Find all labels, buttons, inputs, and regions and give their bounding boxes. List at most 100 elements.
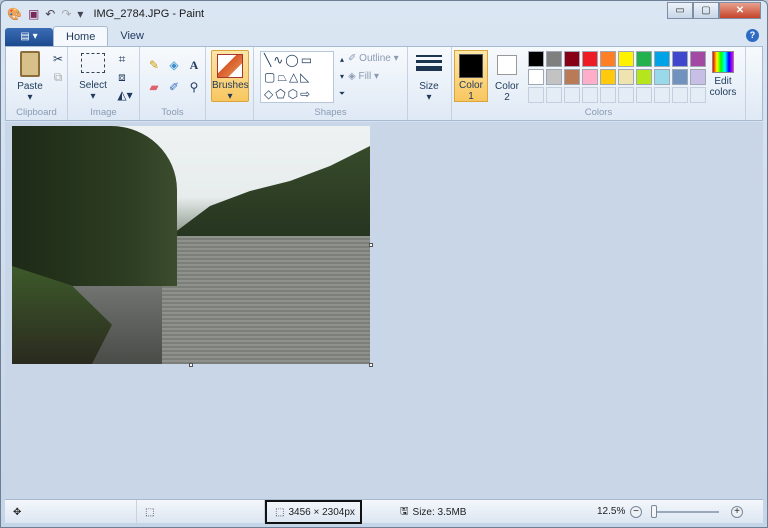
clipboard-icon — [20, 51, 40, 77]
custom-color-slot[interactable] — [654, 87, 670, 103]
fill-bucket-icon[interactable]: ◈ — [166, 57, 182, 73]
copy-icon[interactable]: ⧉ — [50, 69, 66, 85]
custom-color-slot[interactable] — [672, 87, 688, 103]
customize-quick-access[interactable]: ▾ — [77, 7, 83, 21]
palette-swatch[interactable] — [690, 69, 706, 85]
edit-colors-button[interactable]: Edit colors — [706, 51, 740, 98]
file-menu-button[interactable]: ▤ ▾ — [5, 28, 53, 46]
undo-icon[interactable]: ↶ — [45, 7, 55, 21]
eraser-icon[interactable]: ▰ — [146, 79, 162, 95]
palette-swatch[interactable] — [528, 51, 544, 67]
selection-size: ⬚ — [137, 500, 265, 524]
move-cursor-icon: ✥ — [13, 506, 22, 518]
shapes-group: ╲∿◯▭ ▢⏢△◺ ◇⬠⬡⇨ ▴ ▾ ⏷ ✐ Outline ▾ ◈ Fill ▾ Sh… — [254, 47, 408, 120]
palette-swatch[interactable] — [618, 69, 634, 85]
brushes-button[interactable]: Brushes ▾ — [211, 50, 249, 102]
paint-window: 🎨 ▣ ↶ ↷ ▾ IMG_2784.JPG - Paint ▭ ▢ ✕ ▤ ▾… — [0, 0, 768, 528]
image-canvas[interactable] — [12, 126, 370, 364]
palette-swatch[interactable] — [636, 69, 652, 85]
palette-swatch[interactable] — [672, 69, 688, 85]
resize-handle-right[interactable] — [369, 243, 373, 247]
size-group: Size ▾ — [408, 47, 452, 120]
palette-swatch[interactable] — [654, 69, 670, 85]
resize-handle-bottom[interactable] — [189, 363, 193, 367]
zoom-slider[interactable] — [651, 511, 719, 513]
outline-button[interactable]: ✐ Outline ▾ — [348, 53, 399, 64]
tab-view[interactable]: View — [108, 26, 156, 46]
shapes-gallery[interactable]: ╲∿◯▭ ▢⏢△◺ ◇⬠⬡⇨ — [260, 51, 334, 103]
status-bar: ✥ ⬚ ⬚ 3456 × 2304px 🖫 Size: 3.5MB 12.5% − … — [5, 499, 763, 524]
palette-swatch[interactable] — [546, 51, 562, 67]
custom-color-slot[interactable] — [600, 87, 616, 103]
minimize-button[interactable]: ▭ — [667, 2, 693, 19]
file-size: 🖫 Size: 3.5MB — [392, 500, 592, 524]
save-icon[interactable]: ▣ — [28, 7, 39, 21]
tab-home[interactable]: Home — [53, 26, 109, 46]
rotate-icon[interactable]: ◭▾ — [114, 87, 136, 103]
fill-button[interactable]: ◈ Fill ▾ — [348, 71, 379, 82]
maximize-button[interactable]: ▢ — [693, 2, 719, 19]
size-button[interactable]: Size ▾ — [414, 51, 444, 103]
help-icon[interactable]: ? — [746, 29, 759, 42]
color1-button[interactable]: Color 1 — [454, 50, 488, 102]
zoom-slider-thumb[interactable] — [651, 505, 657, 518]
palette-swatch[interactable] — [546, 69, 562, 85]
custom-color-slot[interactable] — [636, 87, 652, 103]
ribbon-tabs: ▤ ▾ Home View ? — [5, 26, 763, 46]
palette-swatch[interactable] — [654, 51, 670, 67]
paint-app-icon[interactable]: 🎨 — [7, 7, 22, 21]
colors-group: Color 1 Color 2 Edit colors Colors — [452, 47, 746, 120]
palette-swatch[interactable] — [564, 69, 580, 85]
palette-swatch[interactable] — [672, 51, 688, 67]
palette-swatch[interactable] — [564, 51, 580, 67]
dimensions-icon: ⬚ — [275, 506, 285, 518]
paste-button[interactable]: Paste ▾ — [12, 51, 48, 103]
crop-icon[interactable]: ⌗ — [114, 51, 130, 67]
text-icon[interactable]: A — [186, 57, 202, 73]
palette-swatch[interactable] — [582, 69, 598, 85]
custom-color-slot[interactable] — [546, 87, 562, 103]
zoom-level: 12.5% — [597, 506, 626, 517]
palette-swatch[interactable] — [528, 69, 544, 85]
resize-icon[interactable]: ⧈ — [114, 69, 130, 85]
color-picker-icon[interactable]: ✐ — [166, 79, 182, 95]
redo-icon[interactable]: ↷ — [61, 7, 71, 21]
custom-color-slot[interactable] — [690, 87, 706, 103]
resize-handle-corner[interactable] — [369, 363, 373, 367]
outline-icon: ✐ — [348, 53, 360, 64]
disk-icon: 🖫 — [400, 505, 409, 517]
palette-swatch[interactable] — [582, 51, 598, 67]
select-icon — [81, 53, 105, 73]
brushes-group: Brushes ▾ — [206, 47, 254, 120]
pencil-icon[interactable]: ✎ — [146, 57, 162, 73]
close-button[interactable]: ✕ — [719, 2, 761, 19]
magnifier-icon[interactable]: ⚲ — [186, 79, 202, 95]
brush-icon — [217, 54, 243, 78]
custom-color-slot[interactable] — [618, 87, 634, 103]
cursor-position: ✥ — [5, 500, 137, 524]
line-size-icon — [416, 55, 442, 71]
zoom-in-button[interactable]: + — [731, 506, 743, 518]
zoom-out-button[interactable]: − — [630, 506, 642, 518]
tools-group: ✎ ◈ A ▰ ✐ ⚲ Tools — [140, 47, 206, 120]
custom-color-slot[interactable] — [582, 87, 598, 103]
custom-color-slot[interactable] — [528, 87, 544, 103]
canvas-area[interactable] — [5, 122, 763, 499]
palette-swatch[interactable] — [618, 51, 634, 67]
title-bar: 🎨 ▣ ↶ ↷ ▾ IMG_2784.JPG - Paint ▭ ▢ ✕ — [1, 1, 767, 26]
color1-swatch — [459, 54, 483, 78]
image-dimensions: ⬚ 3456 × 2304px — [265, 500, 362, 524]
selection-icon: ⬚ — [145, 506, 155, 518]
image-group: Select ▾ ⌗ ⧈ ◭▾ Image — [68, 47, 140, 120]
color-spectrum-icon — [712, 51, 734, 73]
color2-button[interactable]: Color 2 — [490, 50, 524, 103]
fill-icon: ◈ — [348, 71, 359, 82]
custom-color-slot[interactable] — [564, 87, 580, 103]
palette-swatch[interactable] — [600, 51, 616, 67]
ribbon: Paste ▾ ✂ ⧉ Clipboard Select ▾ ⌗ ⧈ ◭▾ Imag… — [5, 46, 763, 121]
select-button[interactable]: Select ▾ — [76, 53, 110, 102]
cut-icon[interactable]: ✂ — [50, 51, 66, 67]
palette-swatch[interactable] — [690, 51, 706, 67]
palette-swatch[interactable] — [636, 51, 652, 67]
palette-swatch[interactable] — [600, 69, 616, 85]
